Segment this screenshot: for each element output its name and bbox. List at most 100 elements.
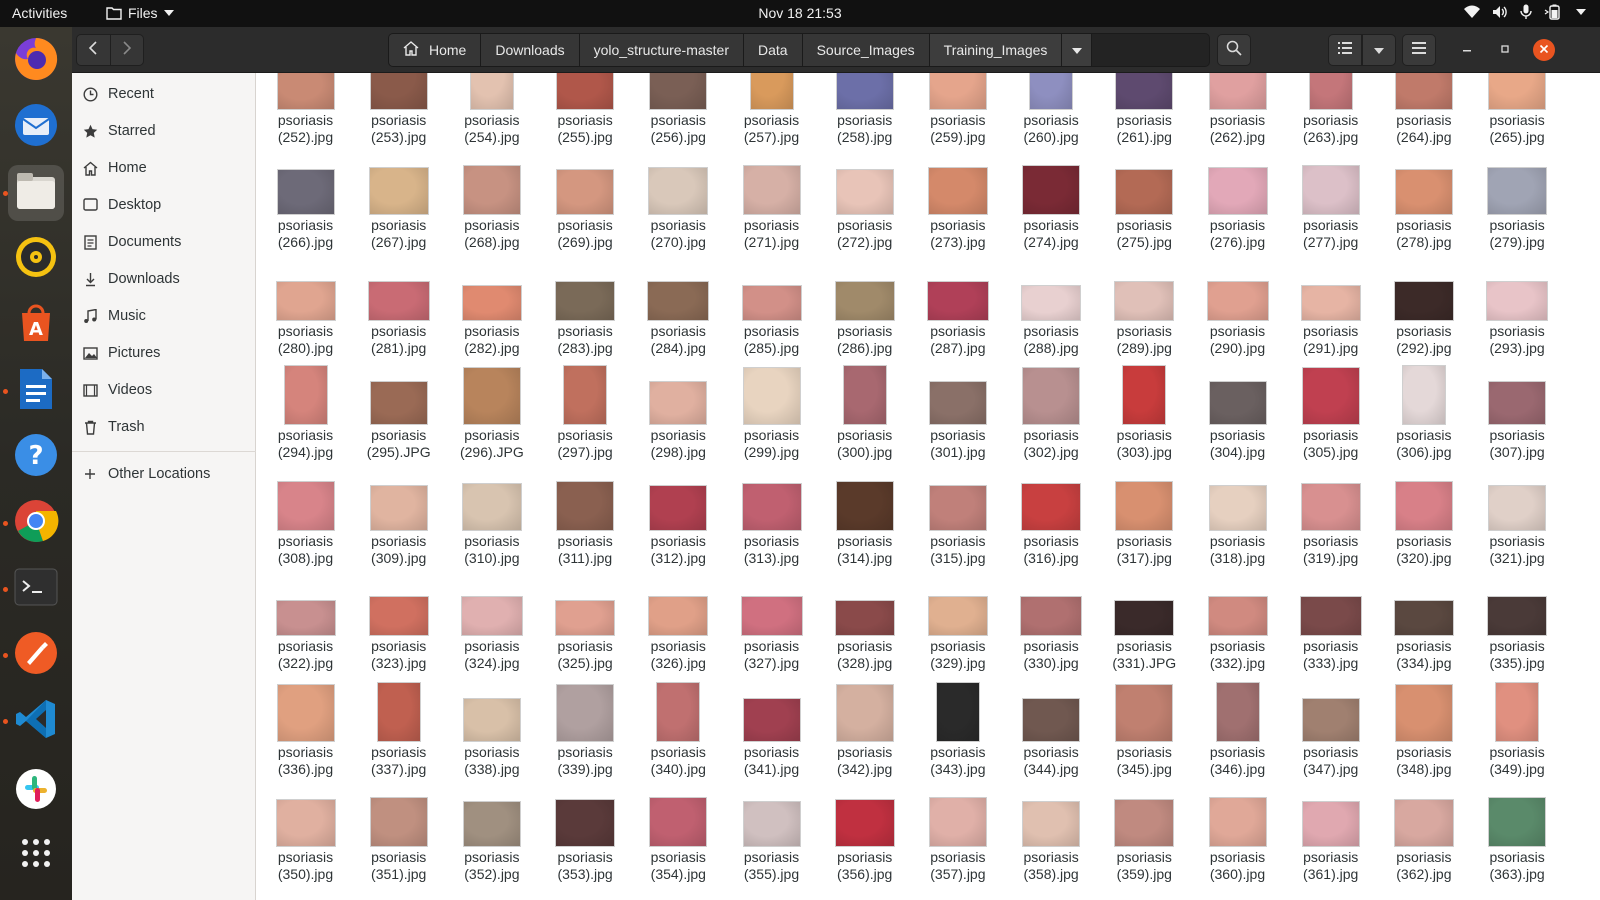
dock-vscode[interactable] — [8, 693, 64, 749]
file-item[interactable]: psoriasis (324).jpg — [445, 568, 538, 673]
file-item[interactable]: psoriasis (271).jpg — [725, 147, 818, 252]
view-options-button[interactable] — [1362, 34, 1396, 66]
sidebar-item-desktop[interactable]: Desktop — [82, 190, 248, 220]
file-item[interactable]: psoriasis (350).jpg — [259, 779, 352, 884]
file-item[interactable]: psoriasis (295).JPG — [352, 357, 445, 462]
file-item[interactable]: psoriasis (269).jpg — [539, 147, 632, 252]
file-item[interactable]: psoriasis (275).jpg — [1098, 147, 1191, 252]
dock-rhythmbox[interactable] — [8, 231, 64, 287]
file-item[interactable]: psoriasis (327).jpg — [725, 568, 818, 673]
file-item[interactable]: psoriasis (318).jpg — [1191, 463, 1284, 568]
file-item[interactable]: psoriasis (339).jpg — [539, 674, 632, 779]
file-item[interactable]: psoriasis (302).jpg — [1005, 357, 1098, 462]
file-item[interactable]: psoriasis (303).jpg — [1098, 357, 1191, 462]
file-item[interactable]: psoriasis (319).jpg — [1284, 463, 1377, 568]
dock-firefox[interactable] — [8, 33, 64, 89]
search-button[interactable] — [1217, 34, 1251, 66]
file-item[interactable]: psoriasis (274).jpg — [1005, 147, 1098, 252]
file-item[interactable]: psoriasis (258).jpg — [818, 73, 911, 147]
file-item[interactable]: psoriasis (267).jpg — [352, 147, 445, 252]
activities-button[interactable]: Activities — [12, 5, 67, 21]
file-item[interactable]: psoriasis (304).jpg — [1191, 357, 1284, 462]
sidebar-item-music[interactable]: Music — [82, 301, 248, 331]
file-item[interactable]: psoriasis (316).jpg — [1005, 463, 1098, 568]
file-item[interactable]: psoriasis (346).jpg — [1191, 674, 1284, 779]
file-item[interactable]: psoriasis (354).jpg — [632, 779, 725, 884]
file-item[interactable]: psoriasis (348).jpg — [1377, 674, 1470, 779]
file-item[interactable]: psoriasis (305).jpg — [1284, 357, 1377, 462]
path-menu-button[interactable] — [1062, 34, 1093, 66]
file-item[interactable]: psoriasis (331).JPG — [1098, 568, 1191, 673]
crumb-downloads[interactable]: Downloads — [481, 34, 580, 66]
file-item[interactable]: psoriasis (276).jpg — [1191, 147, 1284, 252]
file-item[interactable]: psoriasis (306).jpg — [1377, 357, 1470, 462]
file-item[interactable]: psoriasis (352).jpg — [445, 779, 538, 884]
file-item[interactable]: psoriasis (262).jpg — [1191, 73, 1284, 147]
file-item[interactable]: psoriasis (277).jpg — [1284, 147, 1377, 252]
dock-show-apps[interactable] — [8, 827, 64, 883]
crumb-training-images[interactable]: Training_Images — [929, 34, 1063, 66]
dock-software-center[interactable]: A — [8, 297, 64, 353]
file-item[interactable]: psoriasis (341).jpg — [725, 674, 818, 779]
back-button[interactable] — [77, 35, 110, 65]
file-item[interactable]: psoriasis (345).jpg — [1098, 674, 1191, 779]
file-item[interactable]: psoriasis (298).jpg — [632, 357, 725, 462]
app-menu[interactable]: Files — [106, 5, 174, 21]
file-item[interactable]: psoriasis (265).jpg — [1471, 73, 1564, 147]
sidebar-item-videos[interactable]: Videos — [82, 375, 248, 405]
crumb-home[interactable]: Home — [389, 34, 482, 66]
sidebar-item-pictures[interactable]: Pictures — [82, 338, 248, 368]
file-item[interactable]: psoriasis (256).jpg — [632, 73, 725, 147]
file-item[interactable]: psoriasis (312).jpg — [632, 463, 725, 568]
file-item[interactable]: psoriasis (353).jpg — [539, 779, 632, 884]
file-item[interactable]: psoriasis (335).jpg — [1471, 568, 1564, 673]
sidebar-item-starred[interactable]: Starred — [82, 116, 248, 146]
file-item[interactable]: psoriasis (290).jpg — [1191, 253, 1284, 358]
minimize-button[interactable] — [1456, 39, 1478, 61]
file-item[interactable]: psoriasis (349).jpg — [1471, 674, 1564, 779]
clock[interactable]: Nov 18 21:53 — [758, 5, 841, 21]
file-item[interactable]: psoriasis (317).jpg — [1098, 463, 1191, 568]
file-item[interactable]: psoriasis (351).jpg — [352, 779, 445, 884]
close-button[interactable] — [1533, 39, 1555, 61]
file-item[interactable]: psoriasis (301).jpg — [911, 357, 1004, 462]
file-item[interactable]: psoriasis (326).jpg — [632, 568, 725, 673]
file-item[interactable]: psoriasis (362).jpg — [1377, 779, 1470, 884]
file-item[interactable]: psoriasis (261).jpg — [1098, 73, 1191, 147]
file-item[interactable]: psoriasis (330).jpg — [1005, 568, 1098, 673]
file-item[interactable]: psoriasis (252).jpg — [259, 73, 352, 147]
file-item[interactable]: psoriasis (363).jpg — [1471, 779, 1564, 884]
sidebar-item-downloads[interactable]: Downloads — [82, 264, 248, 294]
sidebar-item-recent[interactable]: Recent — [82, 79, 248, 109]
file-item[interactable]: psoriasis (358).jpg — [1005, 779, 1098, 884]
file-item[interactable]: psoriasis (279).jpg — [1471, 147, 1564, 252]
file-item[interactable]: psoriasis (332).jpg — [1191, 568, 1284, 673]
file-item[interactable]: psoriasis (289).jpg — [1098, 253, 1191, 358]
crumb-source-images[interactable]: Source_Images — [802, 34, 930, 66]
file-item[interactable]: psoriasis (270).jpg — [632, 147, 725, 252]
system-tray[interactable] — [1464, 4, 1586, 20]
file-item[interactable]: psoriasis (259).jpg — [911, 73, 1004, 147]
file-item[interactable]: psoriasis (273).jpg — [911, 147, 1004, 252]
file-item[interactable]: psoriasis (355).jpg — [725, 779, 818, 884]
file-item[interactable]: psoriasis (254).jpg — [445, 73, 538, 147]
file-item[interactable]: psoriasis (278).jpg — [1377, 147, 1470, 252]
sidebar-item-other-locations[interactable]: Other Locations — [82, 459, 248, 489]
dock-slack[interactable] — [8, 763, 64, 819]
sidebar-item-trash[interactable]: Trash — [82, 412, 248, 442]
file-item[interactable]: psoriasis (360).jpg — [1191, 779, 1284, 884]
file-item[interactable]: psoriasis (333).jpg — [1284, 568, 1377, 673]
dock-terminal[interactable] — [8, 561, 64, 617]
file-item[interactable]: psoriasis (296).JPG — [445, 357, 538, 462]
file-item[interactable]: psoriasis (314).jpg — [818, 463, 911, 568]
file-item[interactable]: psoriasis (337).jpg — [352, 674, 445, 779]
file-item[interactable]: psoriasis (268).jpg — [445, 147, 538, 252]
file-item[interactable]: psoriasis (281).jpg — [352, 253, 445, 358]
file-item[interactable]: psoriasis (309).jpg — [352, 463, 445, 568]
file-item[interactable]: psoriasis (359).jpg — [1098, 779, 1191, 884]
file-item[interactable]: psoriasis (272).jpg — [818, 147, 911, 252]
file-item[interactable]: psoriasis (307).jpg — [1471, 357, 1564, 462]
file-item[interactable]: psoriasis (282).jpg — [445, 253, 538, 358]
dock-thunderbird[interactable] — [8, 99, 64, 155]
file-item[interactable]: psoriasis (292).jpg — [1377, 253, 1470, 358]
